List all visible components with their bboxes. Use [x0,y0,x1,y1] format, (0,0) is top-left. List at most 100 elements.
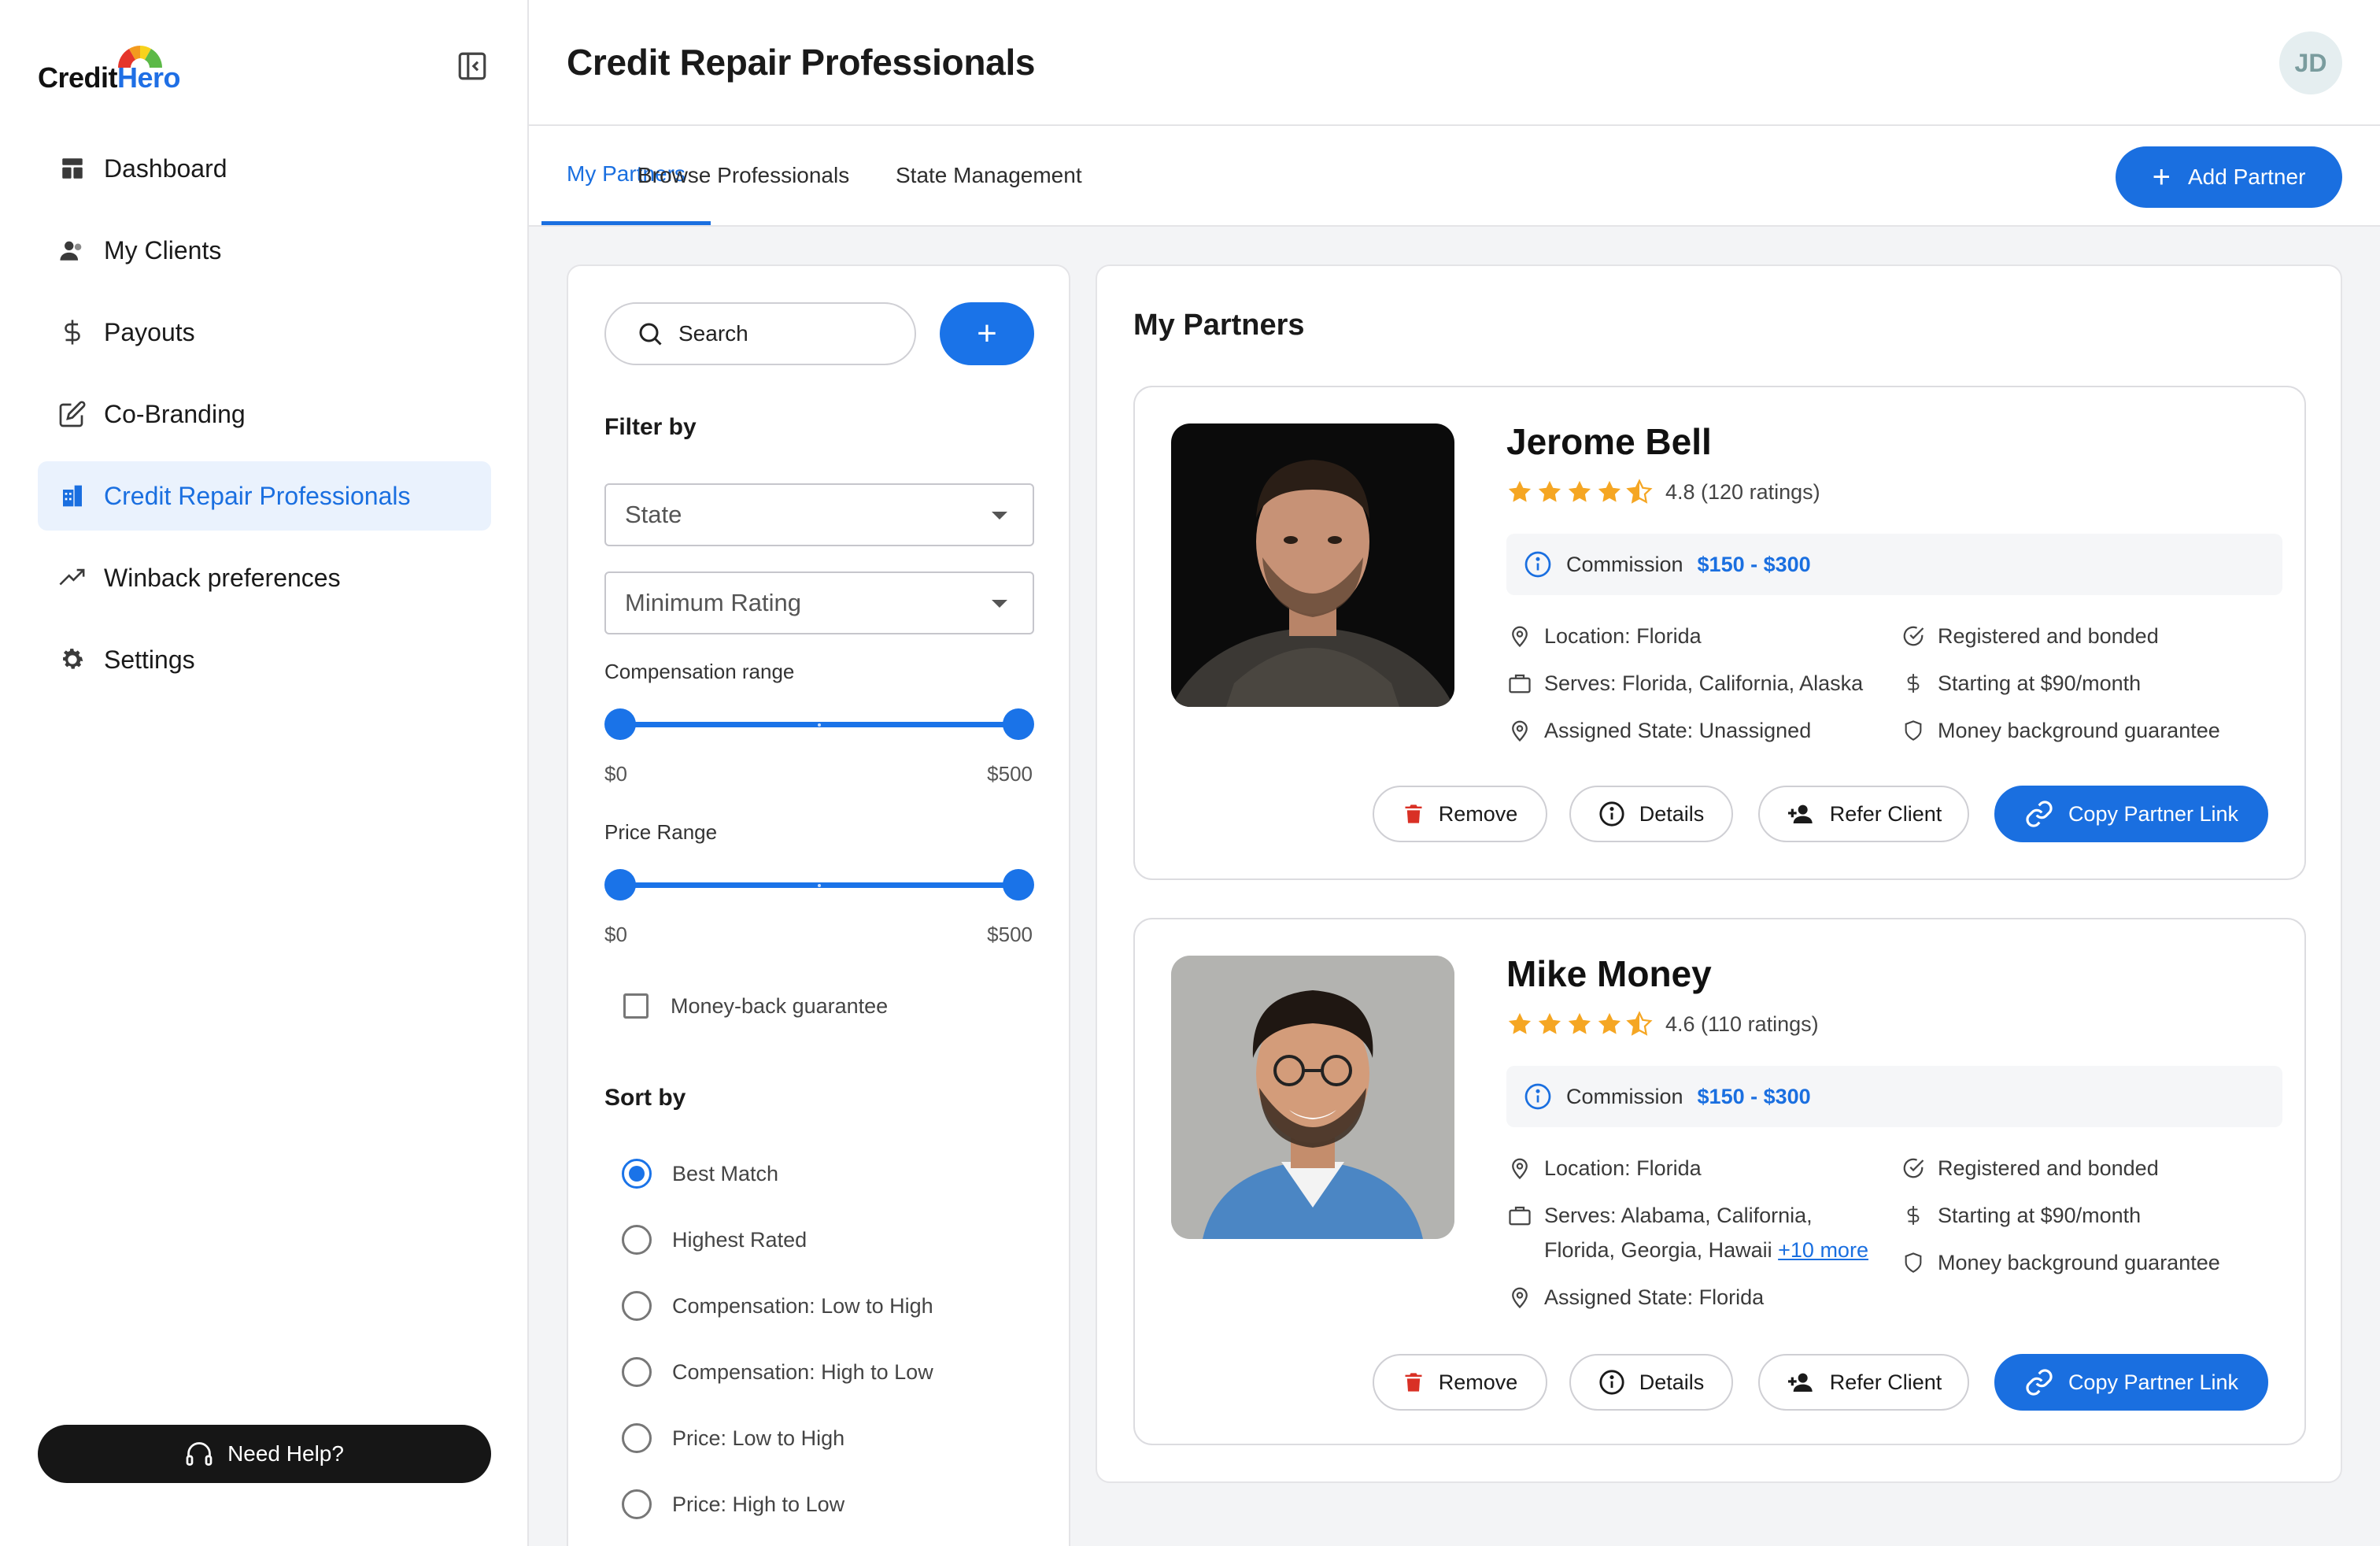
sidebar-item-dashboard[interactable]: Dashboard [38,134,491,203]
refer-client-button[interactable]: Refer Client [1758,786,1969,842]
edit-icon [57,398,88,430]
price-max-handle[interactable] [1003,869,1034,901]
gear-icon [57,644,88,675]
slider-midpoint [818,723,821,727]
guarantee-text: Money background guarantee [1938,719,2220,742]
serves-more-link[interactable]: +10 more [1778,1238,1868,1262]
slider-midpoint [818,884,821,887]
star-icon [1568,480,1591,502]
details-button[interactable]: Details [1569,786,1733,842]
compensation-min-handle[interactable] [604,708,636,740]
starting-price-text: Starting at $90/month [1938,671,2142,695]
info-icon [1598,1369,1625,1396]
remove-label: Remove [1438,801,1518,826]
location-pin-icon [1506,1151,1533,1185]
sidebar-item-co-branding[interactable]: Co-Branding [38,379,491,449]
sort-option-compensation-low-high[interactable]: Compensation: Low to High [622,1291,933,1321]
sort-option-best-match[interactable]: Best Match [622,1159,778,1189]
sort-option-price-high-low[interactable]: Price: High to Low [622,1489,844,1519]
main-content: Credit Repair Professionals JD My Partne… [529,0,2380,1546]
radio-button[interactable] [622,1357,652,1387]
details-label: Details [1639,801,1705,826]
star-icon [1508,480,1532,502]
need-help-label: Need Help? [227,1441,344,1466]
minimum-rating-select[interactable]: Minimum Rating [604,571,1034,634]
sidebar-item-settings[interactable]: Settings [38,625,491,694]
sort-option-label: Highest Rated [672,1227,808,1252]
remove-button[interactable]: Remove [1373,1354,1547,1411]
starting-price-text: Starting at $90/month [1938,1204,2142,1227]
add-user-icon [1786,801,1816,827]
add-user-icon [1786,1370,1816,1395]
collapse-sidebar-button[interactable] [453,47,491,85]
guarantee-text: Money background guarantee [1938,1251,2220,1274]
tab-browse-professionals[interactable]: Browse Professionals [612,126,874,225]
info-icon [1524,1082,1552,1111]
sidebar-item-winback-preferences[interactable]: Winback preferences [38,543,491,612]
tab-state-management[interactable]: State Management [870,126,1107,225]
add-partner-button[interactable]: + Add Partner [2116,146,2342,208]
shield-icon [1900,713,1927,748]
info-icon [1598,801,1625,827]
sidebar-item-label: Settings [104,645,195,674]
compensation-max-handle[interactable] [1003,708,1034,740]
sidebar-item-my-clients[interactable]: My Clients [38,216,491,285]
assigned-state-text: Assigned State: Unassigned [1544,719,1812,742]
partners-heading: My Partners [1133,309,1305,342]
assigned-state-text: Assigned State: Florida [1544,1285,1765,1309]
price-min-handle[interactable] [604,869,636,901]
money-back-checkbox[interactable] [623,993,649,1019]
sort-option-label: Compensation: Low to High [672,1293,933,1318]
compensation-range-label: Compensation range [604,660,795,683]
radio-button[interactable] [622,1423,652,1453]
partner-card: Jerome Bell 4.8 (120 ratings) Commission… [1133,386,2306,880]
copy-partner-link-button[interactable]: Copy Partner Link [1994,1354,2268,1411]
state-select-value: State [625,501,682,528]
money-back-checkbox-row[interactable]: Money-back guarantee [623,993,888,1019]
info-icon [1524,550,1552,579]
half-star-icon [1626,1011,1653,1036]
commission-box: Commission $150 - $300 [1506,1066,2282,1127]
partner-starting-price: Starting at $90/month [1900,1198,2141,1233]
sidebar-item-credit-repair-professionals[interactable]: Credit Repair Professionals [38,461,491,531]
radio-button[interactable] [622,1291,652,1321]
compensation-min-value: $0 [604,762,627,786]
remove-button[interactable]: Remove [1373,786,1547,842]
radio-button[interactable] [622,1489,652,1519]
plus-icon: + [977,314,997,353]
serves-line: Florida, Georgia, Hawaii [1544,1238,1772,1262]
refer-client-button[interactable]: Refer Client [1758,1354,1969,1411]
partner-serves: Serves: Alabama, California, Florida, Ge… [1506,1198,1868,1267]
search-input[interactable]: Search [604,302,916,365]
state-select[interactable]: State [604,483,1034,546]
partner-card: Mike Money 4.6 (110 ratings) Commission … [1133,918,2306,1445]
partner-rating: 4.6 (110 ratings) [1506,1011,1819,1037]
sidebar-item-payouts[interactable]: Payouts [38,298,491,367]
dollar-icon [57,316,88,348]
copy-partner-link-button[interactable]: Copy Partner Link [1994,786,2268,842]
compensation-range-slider[interactable] [604,708,1034,740]
user-avatar[interactable]: JD [2279,31,2342,94]
details-label: Details [1639,1370,1705,1394]
check-circle-icon [1900,1151,1927,1185]
registered-text: Registered and bonded [1938,624,2159,648]
sort-option-compensation-high-low[interactable]: Compensation: High to Low [622,1357,933,1387]
sort-option-price-low-high[interactable]: Price: Low to High [622,1423,844,1453]
partner-assigned-state: Assigned State: Florida [1506,1280,1764,1315]
radio-button[interactable] [622,1159,652,1189]
sort-option-label: Best Match [672,1161,779,1185]
need-help-button[interactable]: Need Help? [38,1425,491,1483]
partner-location: Location: Florida [1506,619,1702,653]
price-range-slider[interactable] [604,869,1034,901]
sidebar: CreditHero Dashboard My Clients Payouts … [0,0,529,1546]
sort-option-highest-rated[interactable]: Highest Rated [622,1225,807,1255]
commission-value: $150 - $300 [1697,1084,1811,1108]
sidebar-item-label: Co-Branding [104,399,246,428]
tab-bar: My Partners Browse Professionals State M… [529,126,2380,227]
radio-button[interactable] [622,1225,652,1255]
credithero-logo[interactable]: CreditHero [38,43,195,94]
details-button[interactable]: Details [1569,1354,1733,1411]
add-filter-button[interactable]: + [940,302,1034,365]
price-max-value: $500 [987,923,1033,946]
sidebar-collapse-icon [458,52,486,80]
